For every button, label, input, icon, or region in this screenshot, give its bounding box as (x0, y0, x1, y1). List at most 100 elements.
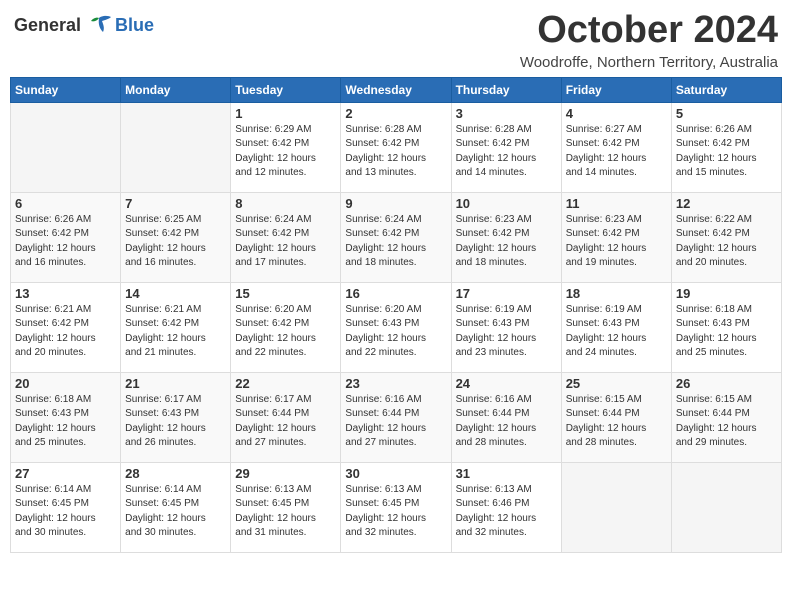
day-of-week-header: Monday (121, 77, 231, 102)
calendar-cell: 14Sunrise: 6:21 AM Sunset: 6:42 PM Dayli… (121, 282, 231, 372)
day-info: Sunrise: 6:26 AM Sunset: 6:42 PM Dayligh… (15, 213, 116, 271)
day-number: 12 (676, 196, 777, 211)
logo: General Blue (14, 14, 154, 36)
day-info: Sunrise: 6:19 AM Sunset: 6:43 PM Dayligh… (456, 303, 557, 361)
day-number: 24 (456, 376, 557, 391)
calendar-cell: 10 Sunrise: 6:23 AM Sunset: 6:42 PM Dayli… (451, 192, 561, 282)
day-info: Sunrise: 6:26 AM Sunset: 6:42 PM Dayligh… (676, 123, 777, 181)
location: Woodroffe, Northern Territory, Australia (520, 54, 778, 71)
calendar-cell: 26Sunrise: 6:15 AM Sunset: 6:44 PM Dayli… (671, 372, 781, 462)
day-number: 23 (345, 376, 446, 391)
day-number: 9 (345, 196, 446, 211)
calendar-week-row: 1 Sunrise: 6:29 AM Sunset: 6:42 PM Daylig… (11, 102, 782, 192)
calendar-cell: 17 Sunrise: 6:19 AM Sunset: 6:43 PM Dayli… (451, 282, 561, 372)
day-number: 8 (235, 196, 336, 211)
calendar-week-row: 27 Sunrise: 6:14 AM Sunset: 6:45 PM Dayli… (11, 462, 782, 552)
calendar-cell: 21Sunrise: 6:17 AM Sunset: 6:43 PM Dayli… (121, 372, 231, 462)
calendar-cell (561, 462, 671, 552)
day-number: 4 (566, 106, 667, 121)
calendar-cell: 13 Sunrise: 6:21 AM Sunset: 6:42 PM Dayli… (11, 282, 121, 372)
day-info: Sunrise: 6:14 AM Sunset: 6:45 PM Dayligh… (15, 483, 116, 541)
calendar-cell: 23 Sunrise: 6:16 AM Sunset: 6:44 PM Dayli… (341, 372, 451, 462)
day-info: Sunrise: 6:17 AM Sunset: 6:44 PM Dayligh… (235, 393, 336, 451)
day-info: Sunrise: 6:28 AM Sunset: 6:42 PM Dayligh… (456, 123, 557, 181)
month-title: October 2024 (520, 10, 778, 52)
day-number: 1 (235, 106, 336, 121)
day-info: Sunrise: 6:24 AM Sunset: 6:42 PM Dayligh… (345, 213, 446, 271)
day-info: Sunrise: 6:21 AM Sunset: 6:42 PM Dayligh… (15, 303, 116, 361)
page-header: General Blue October 2024 Woodroffe, Nor… (10, 10, 782, 71)
day-info: Sunrise: 6:13 AM Sunset: 6:45 PM Dayligh… (235, 483, 336, 541)
day-info: Sunrise: 6:23 AM Sunset: 6:42 PM Dayligh… (456, 213, 557, 271)
day-info: Sunrise: 6:28 AM Sunset: 6:42 PM Dayligh… (345, 123, 446, 181)
calendar-cell: 28 Sunrise: 6:14 AM Sunset: 6:45 PM Dayli… (121, 462, 231, 552)
calendar-week-row: 13 Sunrise: 6:21 AM Sunset: 6:42 PM Dayli… (11, 282, 782, 372)
calendar-cell: 8Sunrise: 6:24 AM Sunset: 6:42 PM Daylig… (231, 192, 341, 282)
day-info: Sunrise: 6:18 AM Sunset: 6:43 PM Dayligh… (15, 393, 116, 451)
day-of-week-header: Saturday (671, 77, 781, 102)
title-area: October 2024 Woodroffe, Northern Territo… (520, 10, 778, 71)
day-number: 7 (125, 196, 226, 211)
day-info: Sunrise: 6:19 AM Sunset: 6:43 PM Dayligh… (566, 303, 667, 361)
day-number: 2 (345, 106, 446, 121)
day-info: Sunrise: 6:25 AM Sunset: 6:42 PM Dayligh… (125, 213, 226, 271)
calendar-cell: 9 Sunrise: 6:24 AM Sunset: 6:42 PM Daylig… (341, 192, 451, 282)
day-info: Sunrise: 6:14 AM Sunset: 6:45 PM Dayligh… (125, 483, 226, 541)
day-number: 26 (676, 376, 777, 391)
day-number: 16 (345, 286, 446, 301)
day-of-week-header: Wednesday (341, 77, 451, 102)
day-number: 28 (125, 466, 226, 481)
calendar-cell: 20Sunrise: 6:18 AM Sunset: 6:43 PM Dayli… (11, 372, 121, 462)
day-info: Sunrise: 6:18 AM Sunset: 6:43 PM Dayligh… (676, 303, 777, 361)
calendar-cell: 29Sunrise: 6:13 AM Sunset: 6:45 PM Dayli… (231, 462, 341, 552)
day-number: 21 (125, 376, 226, 391)
day-info: Sunrise: 6:20 AM Sunset: 6:42 PM Dayligh… (235, 303, 336, 361)
day-number: 25 (566, 376, 667, 391)
calendar-cell: 19 Sunrise: 6:18 AM Sunset: 6:43 PM Dayli… (671, 282, 781, 372)
day-number: 15 (235, 286, 336, 301)
day-number: 17 (456, 286, 557, 301)
calendar-week-row: 6Sunrise: 6:26 AM Sunset: 6:42 PM Daylig… (11, 192, 782, 282)
logo-bird-icon (85, 14, 113, 36)
day-number: 14 (125, 286, 226, 301)
day-info: Sunrise: 6:20 AM Sunset: 6:43 PM Dayligh… (345, 303, 446, 361)
day-number: 18 (566, 286, 667, 301)
calendar-cell: 5 Sunrise: 6:26 AM Sunset: 6:42 PM Daylig… (671, 102, 781, 192)
day-of-week-header: Friday (561, 77, 671, 102)
day-of-week-header: Sunday (11, 77, 121, 102)
day-info: Sunrise: 6:15 AM Sunset: 6:44 PM Dayligh… (566, 393, 667, 451)
calendar-cell: 7 Sunrise: 6:25 AM Sunset: 6:42 PM Daylig… (121, 192, 231, 282)
day-of-week-header: Thursday (451, 77, 561, 102)
calendar-cell: 11 Sunrise: 6:23 AM Sunset: 6:42 PM Dayli… (561, 192, 671, 282)
calendar-cell: 18 Sunrise: 6:19 AM Sunset: 6:43 PM Dayli… (561, 282, 671, 372)
day-number: 3 (456, 106, 557, 121)
logo-blue-text: Blue (115, 15, 154, 36)
calendar-cell: 25 Sunrise: 6:15 AM Sunset: 6:44 PM Dayli… (561, 372, 671, 462)
calendar-cell: 12 Sunrise: 6:22 AM Sunset: 6:42 PM Dayli… (671, 192, 781, 282)
day-info: Sunrise: 6:23 AM Sunset: 6:42 PM Dayligh… (566, 213, 667, 271)
day-number: 22 (235, 376, 336, 391)
calendar-cell: 24 Sunrise: 6:16 AM Sunset: 6:44 PM Dayli… (451, 372, 561, 462)
day-number: 19 (676, 286, 777, 301)
calendar-cell (121, 102, 231, 192)
calendar-cell: 3 Sunrise: 6:28 AM Sunset: 6:42 PM Daylig… (451, 102, 561, 192)
day-info: Sunrise: 6:29 AM Sunset: 6:42 PM Dayligh… (235, 123, 336, 181)
calendar-cell: 6Sunrise: 6:26 AM Sunset: 6:42 PM Daylig… (11, 192, 121, 282)
calendar-cell: 30Sunrise: 6:13 AM Sunset: 6:45 PM Dayli… (341, 462, 451, 552)
day-info: Sunrise: 6:27 AM Sunset: 6:42 PM Dayligh… (566, 123, 667, 181)
day-number: 27 (15, 466, 116, 481)
calendar-table: SundayMondayTuesdayWednesdayThursdayFrid… (10, 77, 782, 553)
calendar-cell: 31Sunrise: 6:13 AM Sunset: 6:46 PM Dayli… (451, 462, 561, 552)
day-info: Sunrise: 6:16 AM Sunset: 6:44 PM Dayligh… (456, 393, 557, 451)
day-info: Sunrise: 6:22 AM Sunset: 6:42 PM Dayligh… (676, 213, 777, 271)
day-number: 5 (676, 106, 777, 121)
logo-general-text: General (14, 15, 81, 36)
day-number: 10 (456, 196, 557, 211)
calendar-cell: 15 Sunrise: 6:20 AM Sunset: 6:42 PM Dayli… (231, 282, 341, 372)
day-info: Sunrise: 6:16 AM Sunset: 6:44 PM Dayligh… (345, 393, 446, 451)
calendar-cell (11, 102, 121, 192)
calendar-week-row: 20Sunrise: 6:18 AM Sunset: 6:43 PM Dayli… (11, 372, 782, 462)
day-number: 13 (15, 286, 116, 301)
day-info: Sunrise: 6:13 AM Sunset: 6:45 PM Dayligh… (345, 483, 446, 541)
day-number: 11 (566, 196, 667, 211)
